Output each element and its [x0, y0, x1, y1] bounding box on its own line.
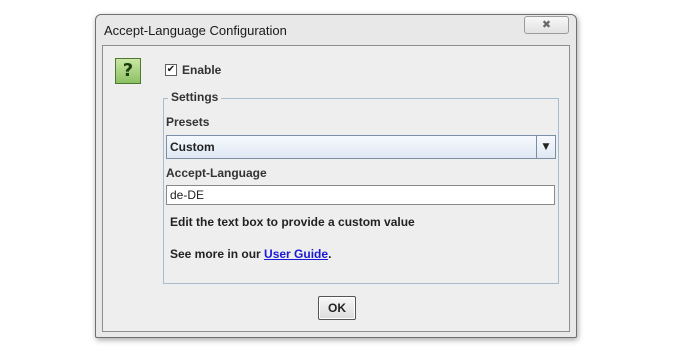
presets-selected-value: Custom — [170, 140, 215, 154]
question-mark-icon: ? — [115, 58, 141, 84]
dialog-title: Accept-Language Configuration — [104, 23, 287, 38]
presets-label: Presets — [166, 115, 210, 129]
settings-group: Settings Presets Custom ▼ Accept-Languag… — [163, 90, 559, 284]
hint-text: Edit the text box to provide a custom va… — [170, 215, 415, 229]
user-guide-text: See more in our User Guide. — [170, 247, 331, 261]
presets-dropdown[interactable]: Custom ▼ — [166, 135, 556, 159]
close-icon: ✖ — [541, 18, 552, 31]
accept-language-label: Accept-Language — [166, 166, 267, 180]
close-button[interactable]: ✖ — [524, 16, 569, 34]
chevron-down-icon[interactable]: ▼ — [536, 136, 555, 158]
enable-label[interactable]: Enable — [182, 63, 221, 77]
settings-legend: Settings — [168, 90, 222, 104]
accept-language-input[interactable]: de-DE — [166, 185, 555, 205]
config-dialog: Accept-Language Configuration ✖ ? ✔ Enab… — [95, 14, 577, 338]
enable-row[interactable]: ✔ Enable — [165, 63, 221, 77]
user-guide-link[interactable]: User Guide — [264, 247, 328, 261]
user-guide-suffix: . — [328, 247, 332, 261]
enable-checkbox[interactable]: ✔ — [165, 64, 177, 76]
title-bar[interactable]: Accept-Language Configuration ✖ — [96, 15, 576, 45]
ok-button[interactable]: OK — [318, 296, 356, 320]
dialog-content: ? ✔ Enable Settings Presets Custom ▼ Acc… — [102, 45, 570, 332]
user-guide-prefix: See more in our — [170, 247, 265, 261]
